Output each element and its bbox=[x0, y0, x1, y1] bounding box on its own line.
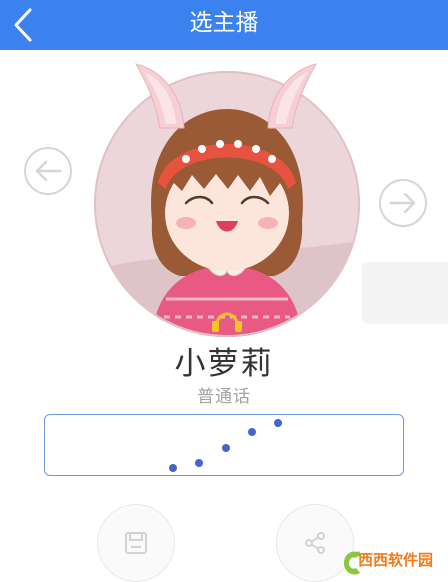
header-bar: 选主播 bbox=[0, 0, 448, 50]
page-title: 选主播 bbox=[189, 10, 259, 36]
cartoon-girl-illustration bbox=[94, 71, 360, 337]
speed-level-dot bbox=[195, 459, 203, 467]
anchor-name: 小萝莉 bbox=[174, 346, 274, 382]
arrow-right-icon bbox=[379, 179, 427, 227]
speed-level-dot bbox=[222, 444, 230, 452]
faded-panel bbox=[362, 262, 448, 324]
anchor-avatar[interactable] bbox=[94, 71, 360, 337]
arrow-left-icon bbox=[24, 147, 72, 195]
anchor-accent: 普通话 bbox=[197, 387, 251, 407]
speed-level-dot bbox=[274, 419, 282, 427]
previous-anchor-button[interactable] bbox=[22, 145, 74, 197]
watermark-brand: 西西软件园 bbox=[358, 551, 434, 569]
save-icon bbox=[125, 532, 147, 554]
speed-level-dot bbox=[169, 464, 177, 472]
speed-slider[interactable] bbox=[44, 414, 404, 476]
speed-level-dot bbox=[248, 428, 256, 436]
share-icon bbox=[305, 532, 325, 554]
save-button[interactable] bbox=[97, 504, 175, 582]
next-anchor-button[interactable] bbox=[377, 177, 429, 229]
